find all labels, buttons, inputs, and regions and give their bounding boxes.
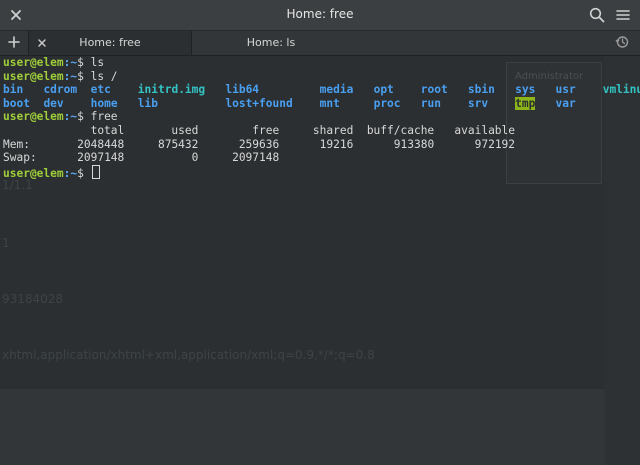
command-text: free <box>90 110 118 124</box>
search-icon[interactable] <box>588 6 606 24</box>
background-text-line: 93184028 <box>2 292 64 306</box>
tab-home-ls[interactable]: Home: ls <box>190 31 352 55</box>
window-title: Home: free <box>286 7 354 21</box>
command-text: ls / <box>90 69 118 83</box>
ls-entry: sbin <box>467 83 495 97</box>
free-row-label: Mem: <box>3 137 30 151</box>
tab-label: Home: free <box>79 36 141 49</box>
free-row-label: Swap: <box>3 151 37 165</box>
ls-entry: run <box>420 96 441 110</box>
ls-entry: tmp <box>515 96 536 110</box>
ls-entry: lib <box>137 96 158 110</box>
prompt-path: :~ <box>63 69 78 83</box>
prompt-path: :~ <box>63 110 78 124</box>
free-column-header: free <box>252 123 280 137</box>
ls-entry: home <box>90 96 118 110</box>
free-column-header: buff/cache <box>366 123 435 137</box>
ls-entry: dev <box>43 96 64 110</box>
terminal-screen: user@elem:~$ ls user@elem:~$ ls / bin cd… <box>3 56 640 180</box>
prompt-path: :~ <box>63 56 78 69</box>
background-text-line: xhtml,application/xhtml+xml,application/… <box>2 348 375 362</box>
ls-entry: media <box>319 83 354 97</box>
free-value: 19216 <box>319 137 354 151</box>
free-value: 2048448 <box>77 137 125 151</box>
terminal-output-area[interactable]: Administrator 1/1.1 1 93184028 xhtml,app… <box>0 56 640 465</box>
free-column-header: shared <box>312 123 354 137</box>
free-value: 0 <box>191 151 199 165</box>
ls-entry: usr <box>555 83 576 97</box>
prompt-symbol: $ <box>77 69 91 83</box>
ls-entry: srv <box>467 96 489 110</box>
ls-entry: cdrom <box>43 83 78 97</box>
free-value: 2097148 <box>77 151 125 165</box>
tab-bar: Home: free Home: ls <box>0 31 640 56</box>
free-value: 972192 <box>474 137 516 151</box>
ls-entry: mnt <box>319 96 340 110</box>
free-value: 875432 <box>157 137 199 151</box>
ls-entry: var <box>555 96 576 110</box>
prompt-user: user@elem <box>3 110 64 124</box>
background-bottom-panel <box>0 389 605 465</box>
ls-entry: lost+found <box>225 96 293 110</box>
ls-entry: proc <box>373 96 401 110</box>
free-column-header: used <box>171 123 199 137</box>
ls-entry: vmlinuz <box>602 83 640 97</box>
terminal-window: Home: free Home: free Home: ls Administr… <box>0 0 640 465</box>
ls-entry: etc <box>90 83 111 97</box>
free-value: 259636 <box>238 137 280 151</box>
ls-entry: initrd.img <box>137 83 206 97</box>
prompt-symbol: $ <box>77 56 91 69</box>
free-value: 2097148 <box>232 151 280 165</box>
ls-entry: lib64 <box>225 83 260 97</box>
ls-entry: bin <box>3 83 24 97</box>
title-bar: Home: free <box>0 0 640 31</box>
free-column-header: total <box>90 123 125 137</box>
prompt-path: :~ <box>63 166 78 180</box>
history-icon[interactable] <box>614 34 630 50</box>
ls-entry: sys <box>515 83 536 97</box>
menu-icon[interactable] <box>614 6 632 24</box>
tab-label: Home: ls <box>246 36 296 49</box>
plus-icon[interactable] <box>6 34 22 50</box>
ls-entry: opt <box>373 83 394 97</box>
ls-entry: boot <box>3 96 30 110</box>
background-text-line: 1 <box>2 236 10 250</box>
free-column-header: available <box>454 123 516 137</box>
prompt-symbol: $ <box>77 110 91 124</box>
command-text: ls <box>90 56 105 69</box>
tab-home-free[interactable]: Home: free <box>28 31 192 55</box>
ls-entry: root <box>420 83 448 97</box>
text-cursor <box>91 164 100 179</box>
prompt-user: user@elem <box>3 166 64 180</box>
free-value: 913380 <box>393 137 435 151</box>
prompt-symbol: $ <box>77 166 91 180</box>
prompt-user: user@elem <box>3 69 64 83</box>
prompt-user: user@elem <box>3 56 64 69</box>
